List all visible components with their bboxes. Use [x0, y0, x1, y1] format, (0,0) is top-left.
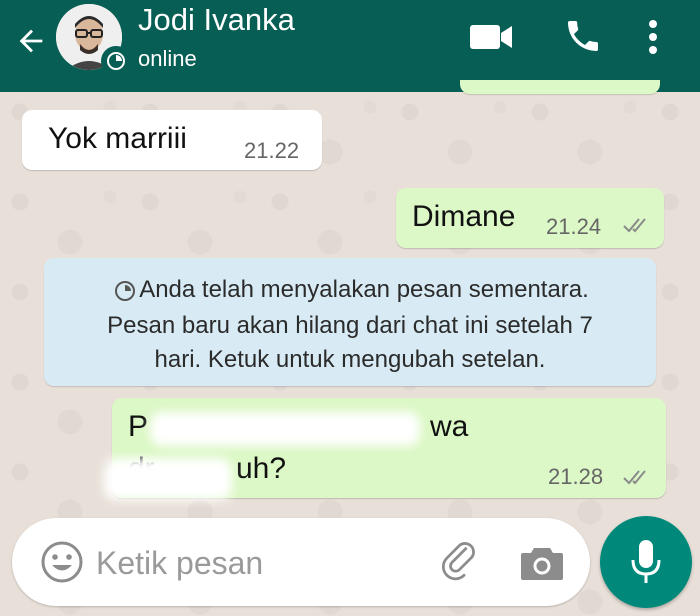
contact-name[interactable]: Jodi Ivanka	[138, 2, 295, 38]
message-time: 21.28	[548, 464, 604, 489]
video-call-icon[interactable]	[468, 22, 514, 52]
message-text-fragment: wa	[430, 410, 469, 443]
disappearing-timer-badge-icon	[101, 46, 131, 76]
redaction-blur	[150, 412, 420, 446]
message-input[interactable]	[94, 538, 418, 588]
message-text: Yok marriii	[48, 122, 187, 155]
notice-line-1: Anda telah menyalakan pesan sementara.	[139, 276, 589, 303]
message-text-fragment: P	[128, 410, 149, 443]
chat-header: Jodi Ivanka online	[0, 0, 700, 92]
mic-icon	[631, 540, 661, 583]
double-check-icon	[623, 218, 646, 233]
voice-record-button[interactable]	[600, 516, 692, 608]
redaction-blur	[104, 458, 232, 500]
attach-icon[interactable]	[440, 540, 480, 584]
message-text-fragment: uh?	[236, 452, 287, 485]
double-check-icon	[623, 470, 646, 485]
emoji-icon[interactable]	[40, 540, 84, 584]
message-bubble-incoming[interactable]: Yok marriii 21.22	[22, 110, 322, 170]
message-text: Dimane	[412, 200, 516, 233]
notice-line-3: hari. Ketuk untuk mengubah setelan.	[154, 346, 546, 373]
notice-line-2: Pesan baru akan hilang dari chat ini set…	[107, 312, 593, 339]
message-time: 21.22	[244, 138, 300, 163]
message-bubble-outgoing[interactable]: Dimane 21.24	[396, 188, 664, 248]
message-bubble-outgoing[interactable]: P wa dr uh? 21.28	[104, 398, 666, 500]
message-composer	[12, 518, 590, 606]
contact-status: online	[138, 46, 197, 71]
message-time: 21.24	[546, 214, 602, 239]
disappearing-messages-notice[interactable]: Anda telah menyalakan pesan sementara. P…	[44, 258, 656, 386]
previous-message-edge	[460, 80, 660, 94]
arrow-back-icon[interactable]	[14, 24, 48, 58]
camera-icon[interactable]	[520, 542, 564, 582]
voice-call-icon[interactable]	[563, 16, 603, 56]
more-vert-icon[interactable]	[642, 18, 664, 56]
